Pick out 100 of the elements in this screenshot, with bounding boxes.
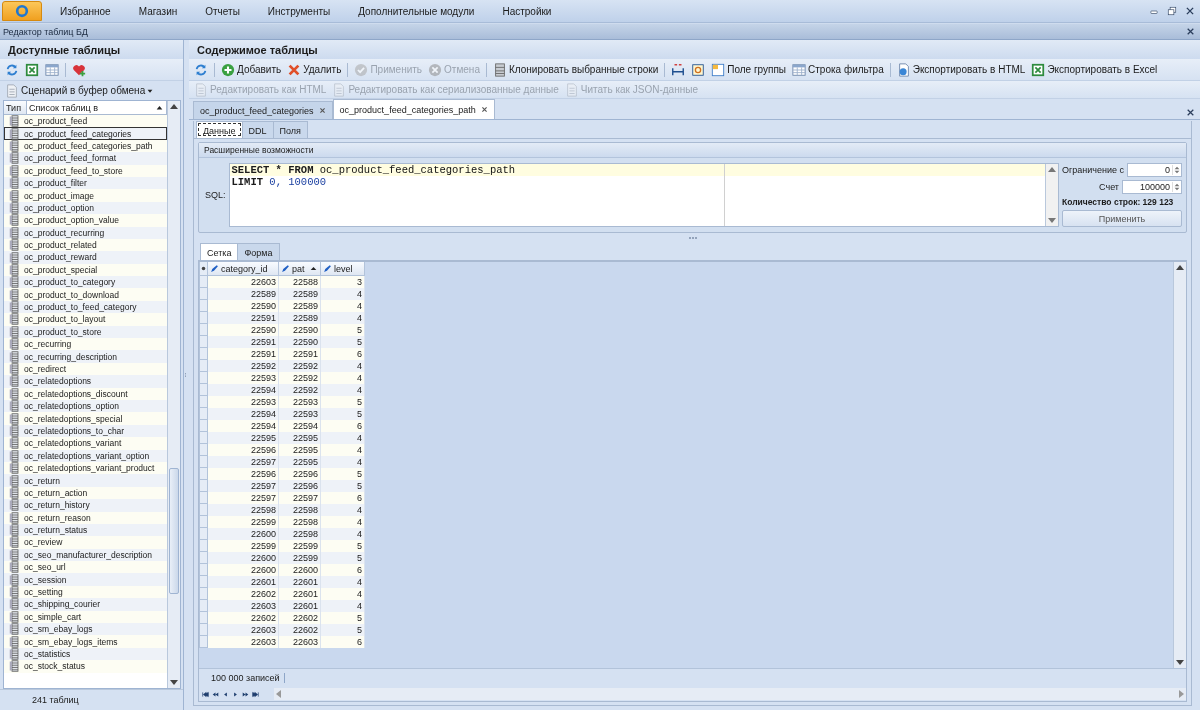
column-header[interactable]: category_id (208, 262, 279, 276)
next-page-button[interactable] (242, 690, 249, 698)
spreadsheet-button[interactable] (23, 61, 41, 78)
table-list-item[interactable]: oc_product_image (4, 189, 167, 202)
vertical-scrollbar[interactable] (167, 101, 180, 688)
row-indicator[interactable] (199, 456, 208, 468)
column-header-text: Список таблиц в (29, 102, 99, 113)
table-cell: 22598 (208, 504, 279, 516)
row-indicator[interactable] (199, 600, 208, 612)
row-indicator[interactable] (199, 408, 208, 420)
previous-record-button[interactable] (222, 690, 229, 698)
menu-item[interactable]: Отчеты (195, 5, 250, 17)
table-list-item[interactable]: oc_product_to_category (4, 276, 167, 289)
row-indicator[interactable] (199, 468, 208, 480)
vertical-scrollbar[interactable] (1045, 164, 1058, 226)
row-indicator[interactable] (199, 624, 208, 636)
table-list-item[interactable]: oc_relatedoptions_variant (4, 437, 167, 450)
menu-item[interactable]: Инструменты (257, 5, 341, 17)
table-list-item[interactable]: oc_product_reward (4, 251, 167, 264)
column-header[interactable]: pat (279, 262, 321, 276)
row-indicator[interactable] (199, 300, 208, 312)
table-list-item[interactable]: oc_shipping_courier (4, 598, 167, 611)
row-indicator[interactable] (199, 576, 208, 588)
row-indicator[interactable] (199, 552, 208, 564)
table-list-item[interactable]: oc_return_history (4, 499, 167, 512)
table-list-item[interactable]: oc_review (4, 536, 167, 549)
row-indicator[interactable] (199, 564, 208, 576)
scroll-up-icon (1175, 263, 1185, 273)
document-tab[interactable]: oc_product_feed_categories_path (332, 99, 495, 119)
row-indicator[interactable] (199, 612, 208, 624)
toolbar-button[interactable]: Экспортировать в HTML (894, 61, 1028, 78)
row-indicator[interactable] (199, 540, 208, 552)
row-indicator[interactable] (199, 492, 208, 504)
menu-item[interactable]: Магазин (128, 5, 188, 17)
tab[interactable]: Данные (196, 121, 243, 138)
tab[interactable]: Сетка (200, 243, 239, 260)
toolbar-button[interactable]: Строка фильтра (790, 61, 886, 78)
table-list-item[interactable]: oc_product_to_download (4, 288, 167, 301)
table-list-item[interactable]: oc_product_feed (4, 115, 167, 128)
tab[interactable]: DDL (241, 121, 274, 138)
row-indicator[interactable] (199, 480, 208, 492)
table-button[interactable] (43, 61, 61, 78)
tab[interactable]: Форма (237, 243, 280, 260)
number-field[interactable]: 100000 (1122, 180, 1182, 194)
tab[interactable]: Поля (272, 121, 308, 138)
row-indicator[interactable] (199, 636, 208, 648)
toolbar-button[interactable]: Поле группы (709, 61, 789, 78)
row-indicator[interactable] (199, 336, 208, 348)
row-indicator-header[interactable] (199, 262, 208, 276)
table-list-item[interactable]: oc_recurring (4, 338, 167, 351)
first-record-button[interactable] (202, 690, 209, 698)
row-indicator[interactable] (199, 504, 208, 516)
app-menu-button[interactable] (2, 1, 42, 21)
row-indicator[interactable] (199, 444, 208, 456)
table-list-item[interactable]: oc_product_option_value (4, 214, 167, 227)
table-list-item[interactable]: oc_relatedoptions (4, 375, 167, 388)
next-record-button[interactable] (232, 690, 239, 698)
menu-item[interactable]: Избранное (50, 5, 121, 17)
table-list-item[interactable]: oc_product_feed_categories (4, 127, 167, 140)
row-indicator[interactable] (199, 396, 208, 408)
row-indicator[interactable] (199, 324, 208, 336)
table-list-item[interactable]: oc_relatedoptions_special (4, 412, 167, 425)
last-record-button[interactable] (252, 690, 259, 698)
row-indicator[interactable] (199, 384, 208, 396)
table-list-item[interactable]: oc_product_to_layout (4, 313, 167, 326)
row-indicator[interactable] (199, 432, 208, 444)
column-header[interactable]: Список таблиц в (27, 101, 167, 114)
table-list-item[interactable]: oc_return (4, 474, 167, 487)
toolbar-button[interactable]: Добавить (219, 61, 284, 78)
toolbar-button[interactable]: Экспортировать в Excel (1029, 61, 1160, 78)
sql-editor[interactable]: SELECT * FROM oc_product_feed_categories_path LIMIT 0, 100000 (228, 163, 1059, 227)
table-list-item[interactable]: oc_stock_status (4, 660, 167, 673)
table-list-item[interactable]: oc_seo_url (4, 561, 167, 574)
table-list-item[interactable]: oc_session (4, 573, 167, 586)
apply-button[interactable]: Применить (1062, 210, 1182, 227)
table-list-item[interactable]: oc_sm_ebay_logs (4, 623, 167, 636)
document-tab[interactable]: oc_product_feed_categories (193, 101, 333, 119)
row-indicator[interactable] (199, 312, 208, 324)
toolbar-button[interactable]: Удалить (285, 61, 344, 78)
copy-script-button[interactable]: Сценарий в буфер обмена (3, 82, 156, 99)
row-indicator[interactable] (199, 528, 208, 540)
row-indicator[interactable] (199, 288, 208, 300)
row-indicator[interactable] (199, 588, 208, 600)
scroll-thumb[interactable] (169, 467, 179, 594)
row-indicator[interactable] (199, 360, 208, 372)
number-field[interactable]: 0 (1127, 163, 1182, 177)
column-header[interactable]: level (321, 262, 365, 276)
table-list-item[interactable]: oc_recurring_description (4, 350, 167, 363)
row-indicator[interactable] (199, 348, 208, 360)
row-indicator[interactable] (199, 420, 208, 432)
toolbar-button[interactable]: Клонировать выбранные строки (490, 61, 661, 78)
row-indicator[interactable] (199, 516, 208, 528)
menu-item[interactable]: Настройки (492, 5, 562, 17)
row-indicator[interactable] (199, 372, 208, 384)
menu-item[interactable]: Дополнительные модули (348, 5, 485, 17)
table-list-item[interactable]: oc_sm_ebay_logs_items (4, 635, 167, 648)
table-list-item[interactable]: oc_product_feed_format (4, 152, 167, 165)
previous-page-button[interactable] (212, 690, 219, 698)
vertical-scrollbar[interactable] (1173, 262, 1186, 668)
horizontal-scrollbar[interactable] (274, 688, 1186, 700)
